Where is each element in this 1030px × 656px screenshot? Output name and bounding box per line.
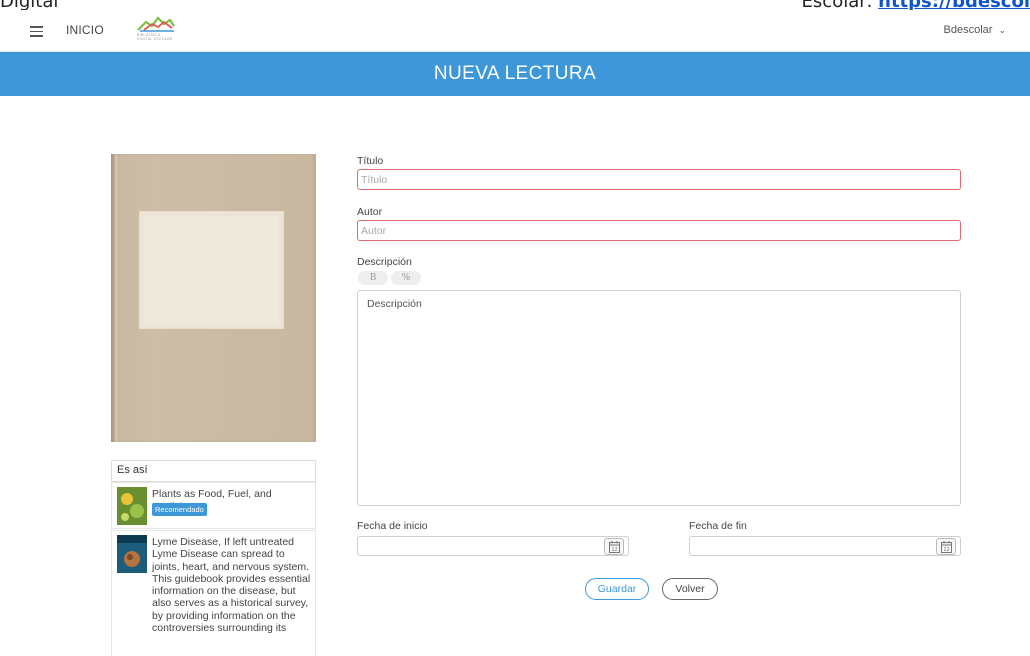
calendar-day: 12 [943, 547, 949, 553]
top-navbar: INICIO BIBLIOTECA DIGITAL ESCOLAR Bdesco… [0, 10, 1030, 52]
end-calendar-button[interactable]: 12 [936, 538, 956, 555]
user-menu[interactable]: Bdescolar ⌄ [944, 24, 1006, 36]
cover-label-plate [139, 211, 284, 329]
page-title: NUEVA LECTURA [433, 63, 597, 84]
end-date-input[interactable]: 12 [689, 536, 961, 556]
author-input[interactable] [357, 220, 961, 241]
chevron-down-icon: ⌄ [998, 25, 1006, 35]
end-date-label: Fecha de fin [689, 520, 747, 532]
hamburger-menu-icon[interactable] [30, 26, 43, 37]
title-banner: NUEVA LECTURA [0, 52, 1030, 96]
list-item[interactable]: Lyme Disease, If left untreated Lyme Dis… [111, 530, 316, 656]
back-button[interactable]: Volver [662, 578, 718, 600]
library-logo-icon[interactable] [134, 12, 178, 48]
collection-label: Es así [111, 460, 316, 482]
save-button[interactable]: Guardar [585, 578, 649, 600]
link-button[interactable]: % [391, 271, 421, 285]
description-placeholder: Descripción [367, 298, 422, 310]
start-date-input[interactable]: 12 [357, 536, 629, 556]
start-calendar-button[interactable]: 12 [604, 538, 624, 555]
list-item[interactable]: Plants as Food, Fuel, and Medicine Recom… [111, 482, 316, 529]
logo-text: BIBLIOTECA DIGITAL ESCOLAR [137, 33, 173, 41]
recommended-badge: Recomendado [152, 503, 207, 516]
description-label: Descripción [357, 256, 412, 268]
book-thumbnail-plants [117, 487, 147, 525]
book-thumbnail-lyme [117, 535, 147, 573]
calendar-icon: 12 [941, 541, 952, 553]
title-label: Título [357, 155, 384, 167]
author-label: Autor [357, 206, 383, 218]
title-input[interactable] [357, 169, 961, 190]
bold-button[interactable]: B [358, 271, 388, 285]
calendar-icon: 12 [609, 541, 620, 553]
list-item-description: Lyme Disease, If left untreated Lyme Dis… [152, 536, 311, 635]
user-name: Bdescolar [943, 24, 993, 36]
cover-spine [115, 154, 117, 442]
nav-home-link[interactable]: INICIO [66, 23, 104, 37]
description-editor[interactable]: Descripción [357, 290, 961, 506]
book-cover-image[interactable] [111, 154, 316, 442]
start-date-label: Fecha de inicio [357, 520, 428, 532]
calendar-day: 12 [611, 547, 617, 553]
